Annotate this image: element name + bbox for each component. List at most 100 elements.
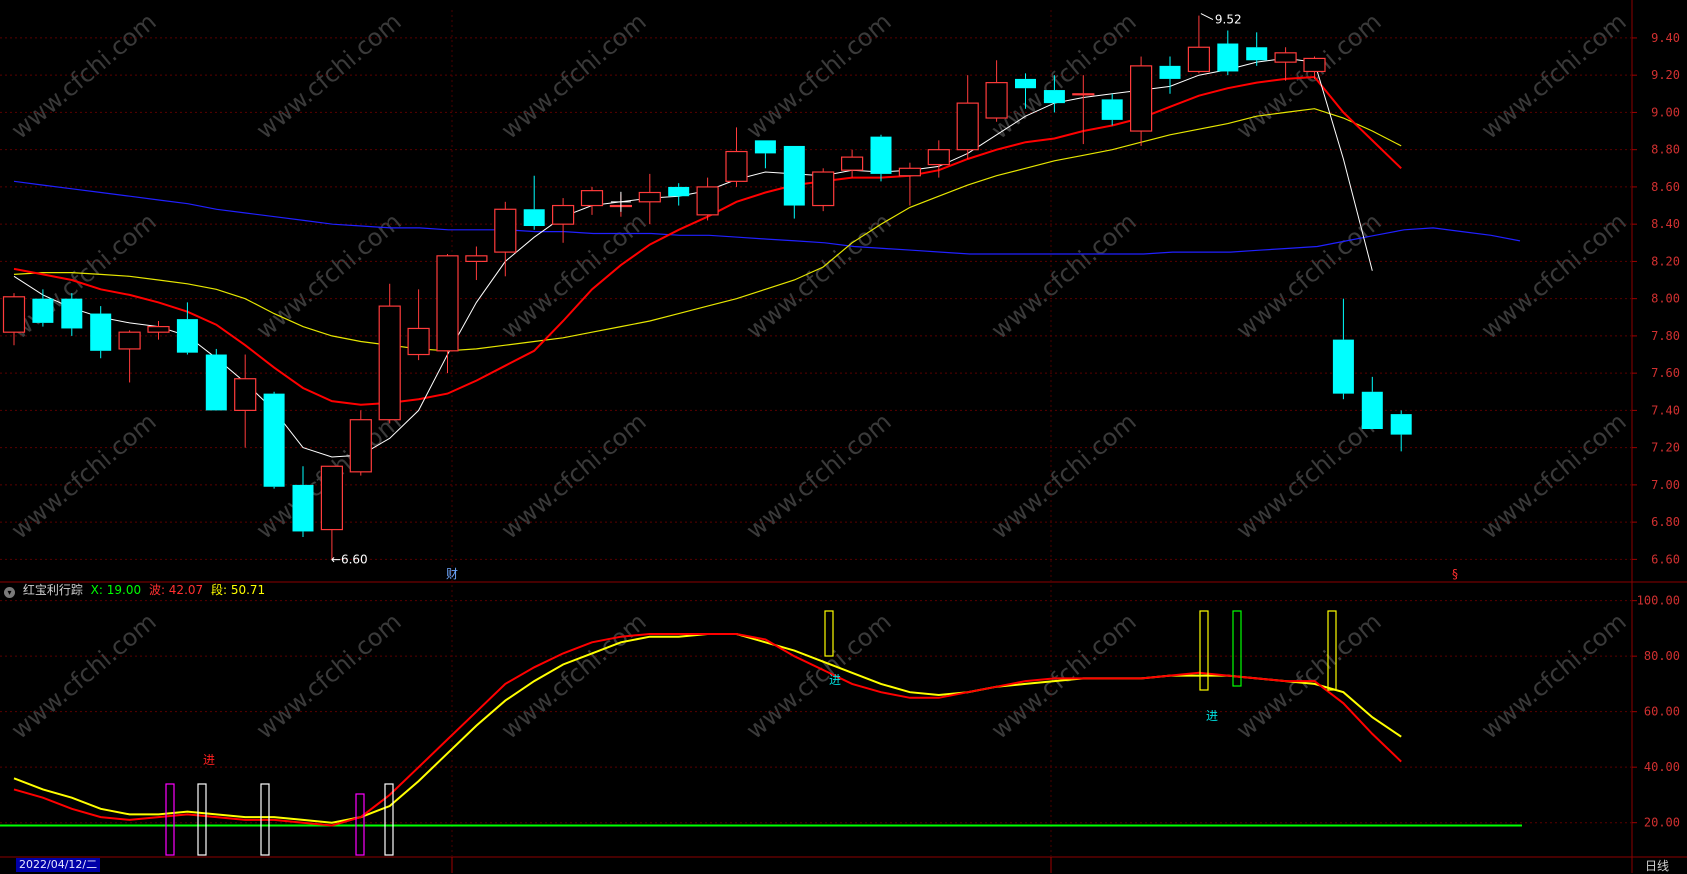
candle-body	[1101, 99, 1123, 120]
candle-body	[61, 298, 83, 329]
indicator-tick-label: 100.00	[1637, 594, 1680, 608]
candlestick	[320, 465, 343, 560]
indicator-tick-label: 80.00	[1644, 649, 1680, 663]
candlestick	[1332, 298, 1354, 400]
candle-body	[292, 484, 314, 532]
candle-body	[783, 145, 805, 206]
candlestick	[754, 140, 776, 169]
price-tick-label: 8.60	[1651, 180, 1680, 194]
watermark-text: www.cfchi.com	[496, 207, 652, 344]
event-marker-dollar: §	[1452, 567, 1458, 581]
candlestick	[378, 283, 401, 424]
candle-body	[956, 102, 979, 151]
candle-body	[985, 82, 1008, 119]
candle-body	[263, 393, 285, 487]
candlestick	[725, 127, 748, 187]
candlestick	[551, 198, 575, 243]
price-tick-label: 7.80	[1651, 329, 1680, 343]
candle-body	[234, 378, 257, 411]
candle-body	[1043, 90, 1065, 104]
candle-body	[90, 313, 112, 351]
signal-bar	[165, 783, 175, 856]
candle-body	[320, 465, 343, 531]
watermark-text: www.cfchi.com	[1231, 7, 1387, 144]
candle-body	[436, 255, 459, 352]
price-tick-label: 7.20	[1651, 441, 1680, 455]
watermark-text: www.cfchi.com	[741, 7, 897, 144]
candle-body	[1129, 65, 1153, 132]
candlestick	[1129, 56, 1153, 146]
watermark-text: www.cfchi.com	[1231, 207, 1387, 344]
period-tab-daily[interactable]: 日线	[1645, 857, 1669, 874]
indicator-x-value: X: 19.00	[90, 583, 142, 597]
indicator-bo-value: 波: 42.07	[148, 583, 204, 597]
candle-body	[725, 150, 748, 182]
candle-body	[118, 331, 141, 350]
ma-yellow-line	[13, 108, 1402, 352]
candlestick	[436, 253, 459, 374]
stock-chart[interactable]: www.cfchi.com www.cfchi.com www.cfchi.com w…	[0, 0, 1687, 873]
price-tick-label: 8.20	[1651, 254, 1680, 268]
candle-body	[176, 319, 198, 353]
price-tick-label: 9.20	[1651, 68, 1680, 82]
watermark-text: www.cfchi.com	[1476, 407, 1632, 544]
watermark-text: www.cfchi.com	[6, 607, 162, 744]
price-tick-label: 8.00	[1651, 292, 1680, 306]
indicator-name: 红宝利行踪	[22, 583, 83, 597]
chevron-down-icon[interactable]: ▾	[4, 587, 15, 598]
candlestick	[349, 410, 372, 476]
candle-body	[407, 327, 430, 356]
candlestick	[234, 354, 257, 448]
price-tick-label: 7.60	[1651, 366, 1680, 380]
price-tick-label: 8.80	[1651, 143, 1680, 157]
event-marker-cai: 财	[446, 567, 458, 581]
watermark-text: www.cfchi.com	[1476, 607, 1632, 744]
signal-label-entry: 进	[203, 753, 215, 767]
signal-bar	[1199, 610, 1209, 691]
indicator-yellow-line	[13, 633, 1402, 824]
low-price-label: ←6.60	[331, 552, 368, 566]
candle-body	[1390, 414, 1412, 435]
watermark-text: www.cfchi.com	[741, 207, 897, 344]
watermark-text: www.cfchi.com	[6, 407, 162, 544]
cursor-date-badge: 2022/04/12/二	[16, 858, 101, 872]
candle-body	[1217, 43, 1239, 72]
candlestick	[1101, 93, 1123, 126]
candle-body	[1159, 65, 1181, 79]
candle-body	[1015, 78, 1036, 89]
candlestick	[1187, 15, 1211, 74]
candlestick	[956, 75, 979, 159]
candle-body	[812, 171, 835, 207]
candle-body	[638, 191, 661, 203]
candlestick	[812, 168, 835, 212]
price-tick-label: 9.40	[1651, 31, 1680, 45]
candlestick	[985, 60, 1008, 122]
candle-body	[494, 208, 517, 253]
candle-body	[870, 136, 892, 174]
candlestick	[1390, 410, 1412, 452]
candlestick	[465, 246, 488, 281]
watermark-text: www.cfchi.com	[251, 607, 407, 744]
candlestick	[580, 186, 604, 215]
price-tick-label: 6.80	[1651, 515, 1680, 529]
price-tick-label: 9.00	[1651, 105, 1680, 119]
candlestick	[494, 201, 517, 277]
candle-body	[1072, 93, 1095, 96]
candlestick	[263, 391, 285, 489]
indicator-header: ▾ 红宝利行踪 X: 19.00 波: 42.07 段: 50.71	[4, 581, 269, 598]
candlestick	[118, 330, 141, 383]
price-tick-label: 7.00	[1651, 478, 1680, 492]
watermark-text: www.cfchi.com	[986, 607, 1142, 744]
candlestick	[205, 348, 227, 411]
watermark-text: www.cfchi.com	[496, 407, 652, 544]
candlestick	[61, 293, 83, 336]
candlestick	[523, 175, 545, 230]
signal-label-entry: 进	[1206, 709, 1218, 723]
candlestick	[407, 289, 430, 361]
candle-body	[32, 298, 54, 323]
candle-body	[668, 186, 690, 197]
candlestick	[90, 306, 112, 359]
watermark-text: www.cfchi.com	[6, 7, 162, 144]
candlestick	[870, 134, 892, 182]
watermark-text: www.cfchi.com	[986, 407, 1142, 544]
